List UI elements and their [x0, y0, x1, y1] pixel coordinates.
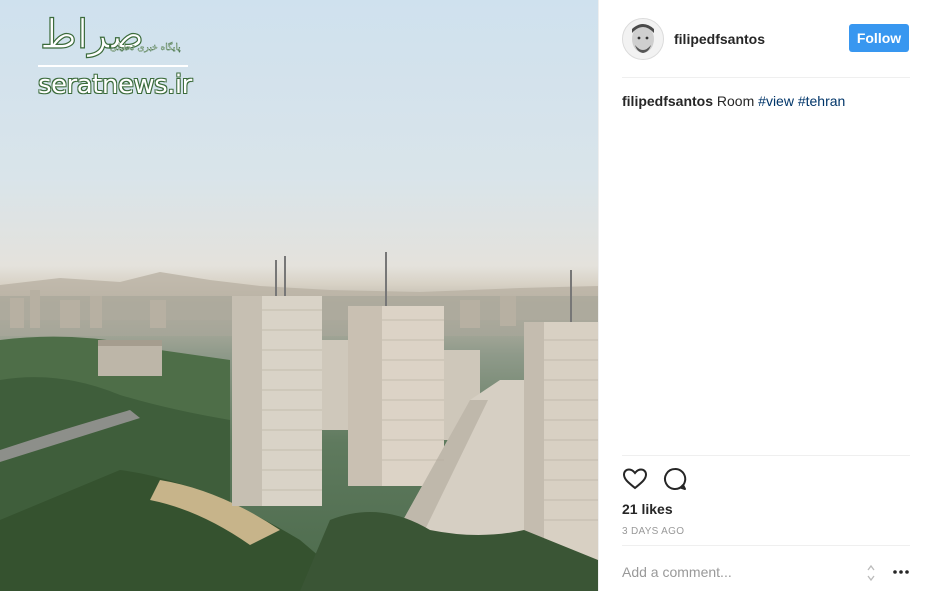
likes-count[interactable]: 21 likes [622, 501, 673, 517]
divider [622, 77, 910, 78]
avatar-face-icon [623, 19, 663, 59]
watermark-site: seratnews.ir [38, 70, 192, 100]
avatar[interactable] [622, 18, 664, 60]
follow-button[interactable]: Follow [849, 24, 909, 52]
resize-handle-icon[interactable] [866, 563, 876, 583]
hashtag-link[interactable]: #view [758, 93, 794, 109]
svg-text:پایگاه خبری تحلیلی: پایگاه خبری تحلیلی [110, 41, 181, 53]
comment-input[interactable] [622, 562, 852, 582]
caption-username[interactable]: filipedfsantos [622, 93, 713, 109]
divider [622, 545, 910, 546]
post-photo[interactable]: صراط پایگاه خبری تحلیلی seratnews.ir [0, 0, 598, 591]
caption-text: Room [716, 93, 755, 109]
post-caption: filipedfsantos Room #view #tehran [622, 92, 845, 110]
hashtag-link[interactable]: #tehran [798, 93, 845, 109]
comment-icon[interactable] [662, 466, 688, 492]
heart-icon[interactable] [622, 466, 648, 492]
panel-divider [598, 0, 599, 591]
watermark-logo: صراط پایگاه خبری تحلیلی [36, 6, 196, 70]
post-header: filipedfsantos Follow [622, 16, 910, 62]
post-timestamp[interactable]: 3 DAYS AGO [622, 526, 684, 537]
more-options-icon[interactable] [892, 565, 910, 579]
username[interactable]: filipedfsantos [674, 31, 765, 47]
divider [622, 455, 910, 456]
